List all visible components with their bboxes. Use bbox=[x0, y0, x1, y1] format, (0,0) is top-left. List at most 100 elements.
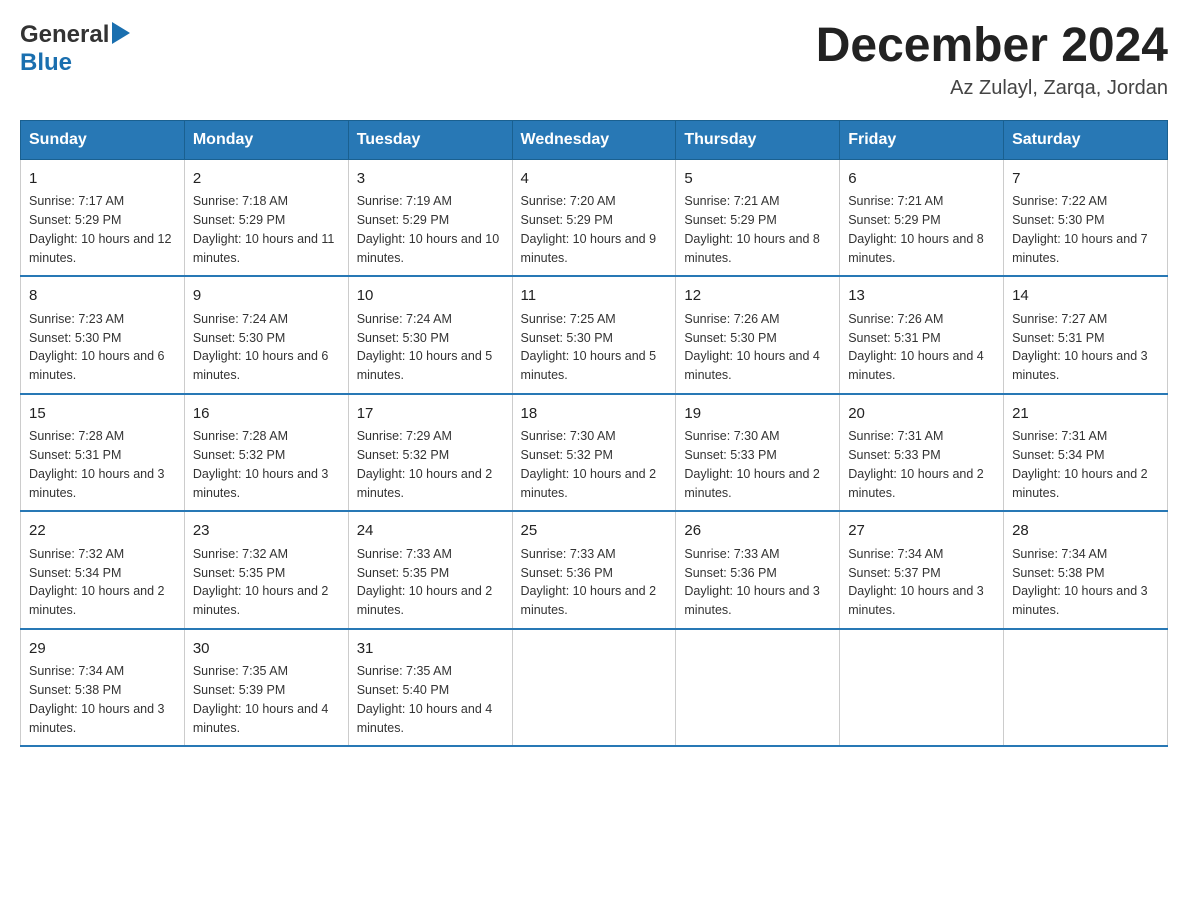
calendar-cell bbox=[840, 629, 1004, 747]
day-header-monday: Monday bbox=[184, 120, 348, 159]
sunrise-label: Sunrise: 7:33 AM bbox=[521, 547, 616, 561]
sunrise-label: Sunrise: 7:24 AM bbox=[193, 312, 288, 326]
calendar-cell: 26 Sunrise: 7:33 AM Sunset: 5:36 PM Dayl… bbox=[676, 511, 840, 629]
calendar-cell bbox=[1004, 629, 1168, 747]
daylight-label: Daylight: 10 hours and 3 minutes. bbox=[1012, 349, 1148, 382]
daylight-label: Daylight: 10 hours and 6 minutes. bbox=[193, 349, 329, 382]
calendar-cell: 23 Sunrise: 7:32 AM Sunset: 5:35 PM Dayl… bbox=[184, 511, 348, 629]
sunset-label: Sunset: 5:35 PM bbox=[193, 566, 285, 580]
sunset-label: Sunset: 5:32 PM bbox=[521, 448, 613, 462]
day-number: 18 bbox=[521, 403, 668, 426]
day-number: 7 bbox=[1012, 168, 1159, 191]
calendar-week-1: 1 Sunrise: 7:17 AM Sunset: 5:29 PM Dayli… bbox=[21, 159, 1168, 276]
day-number: 2 bbox=[193, 168, 340, 191]
daylight-label: Daylight: 10 hours and 2 minutes. bbox=[29, 584, 165, 617]
calendar-cell: 18 Sunrise: 7:30 AM Sunset: 5:32 PM Dayl… bbox=[512, 394, 676, 512]
daylight-label: Daylight: 10 hours and 6 minutes. bbox=[29, 349, 165, 382]
calendar-cell: 27 Sunrise: 7:34 AM Sunset: 5:37 PM Dayl… bbox=[840, 511, 1004, 629]
day-number: 6 bbox=[848, 168, 995, 191]
sunset-label: Sunset: 5:30 PM bbox=[684, 331, 776, 345]
sunrise-label: Sunrise: 7:34 AM bbox=[848, 547, 943, 561]
calendar-cell: 25 Sunrise: 7:33 AM Sunset: 5:36 PM Dayl… bbox=[512, 511, 676, 629]
sunrise-label: Sunrise: 7:25 AM bbox=[521, 312, 616, 326]
sunset-label: Sunset: 5:38 PM bbox=[29, 683, 121, 697]
sunset-label: Sunset: 5:39 PM bbox=[193, 683, 285, 697]
sunset-label: Sunset: 5:29 PM bbox=[684, 213, 776, 227]
sunrise-label: Sunrise: 7:33 AM bbox=[684, 547, 779, 561]
sunset-label: Sunset: 5:37 PM bbox=[848, 566, 940, 580]
calendar-cell: 15 Sunrise: 7:28 AM Sunset: 5:31 PM Dayl… bbox=[21, 394, 185, 512]
day-header-friday: Friday bbox=[840, 120, 1004, 159]
sunset-label: Sunset: 5:31 PM bbox=[29, 448, 121, 462]
calendar-cell: 31 Sunrise: 7:35 AM Sunset: 5:40 PM Dayl… bbox=[348, 629, 512, 747]
calendar-cell: 29 Sunrise: 7:34 AM Sunset: 5:38 PM Dayl… bbox=[21, 629, 185, 747]
sunset-label: Sunset: 5:31 PM bbox=[1012, 331, 1104, 345]
calendar-cell: 24 Sunrise: 7:33 AM Sunset: 5:35 PM Dayl… bbox=[348, 511, 512, 629]
calendar-week-5: 29 Sunrise: 7:34 AM Sunset: 5:38 PM Dayl… bbox=[21, 629, 1168, 747]
daylight-label: Daylight: 10 hours and 10 minutes. bbox=[357, 232, 499, 265]
title-area: December 2024 Az Zulayl, Zarqa, Jordan bbox=[816, 20, 1168, 100]
daylight-label: Daylight: 10 hours and 2 minutes. bbox=[521, 584, 657, 617]
day-header-thursday: Thursday bbox=[676, 120, 840, 159]
calendar-cell: 3 Sunrise: 7:19 AM Sunset: 5:29 PM Dayli… bbox=[348, 159, 512, 276]
day-header-wednesday: Wednesday bbox=[512, 120, 676, 159]
sunrise-label: Sunrise: 7:33 AM bbox=[357, 547, 452, 561]
logo-general-text: General bbox=[20, 21, 109, 49]
sunset-label: Sunset: 5:30 PM bbox=[193, 331, 285, 345]
day-number: 5 bbox=[684, 168, 831, 191]
sunrise-label: Sunrise: 7:27 AM bbox=[1012, 312, 1107, 326]
day-number: 30 bbox=[193, 638, 340, 661]
calendar-cell: 21 Sunrise: 7:31 AM Sunset: 5:34 PM Dayl… bbox=[1004, 394, 1168, 512]
day-number: 8 bbox=[29, 285, 176, 308]
daylight-label: Daylight: 10 hours and 8 minutes. bbox=[684, 232, 820, 265]
calendar-cell: 4 Sunrise: 7:20 AM Sunset: 5:29 PM Dayli… bbox=[512, 159, 676, 276]
day-number: 11 bbox=[521, 285, 668, 308]
sunset-label: Sunset: 5:29 PM bbox=[848, 213, 940, 227]
sunset-label: Sunset: 5:36 PM bbox=[521, 566, 613, 580]
sunset-label: Sunset: 5:30 PM bbox=[357, 331, 449, 345]
day-number: 31 bbox=[357, 638, 504, 661]
sunset-label: Sunset: 5:30 PM bbox=[521, 331, 613, 345]
sunrise-label: Sunrise: 7:35 AM bbox=[357, 664, 452, 678]
day-number: 12 bbox=[684, 285, 831, 308]
sunrise-label: Sunrise: 7:28 AM bbox=[193, 429, 288, 443]
sunset-label: Sunset: 5:36 PM bbox=[684, 566, 776, 580]
day-number: 21 bbox=[1012, 403, 1159, 426]
calendar-cell: 16 Sunrise: 7:28 AM Sunset: 5:32 PM Dayl… bbox=[184, 394, 348, 512]
sunset-label: Sunset: 5:34 PM bbox=[29, 566, 121, 580]
calendar-cell: 7 Sunrise: 7:22 AM Sunset: 5:30 PM Dayli… bbox=[1004, 159, 1168, 276]
day-number: 19 bbox=[684, 403, 831, 426]
daylight-label: Daylight: 10 hours and 4 minutes. bbox=[684, 349, 820, 382]
sunrise-label: Sunrise: 7:28 AM bbox=[29, 429, 124, 443]
calendar-cell: 30 Sunrise: 7:35 AM Sunset: 5:39 PM Dayl… bbox=[184, 629, 348, 747]
day-header-sunday: Sunday bbox=[21, 120, 185, 159]
daylight-label: Daylight: 10 hours and 4 minutes. bbox=[193, 702, 329, 735]
sunrise-label: Sunrise: 7:24 AM bbox=[357, 312, 452, 326]
sunset-label: Sunset: 5:35 PM bbox=[357, 566, 449, 580]
calendar-cell bbox=[676, 629, 840, 747]
sunrise-label: Sunrise: 7:34 AM bbox=[1012, 547, 1107, 561]
daylight-label: Daylight: 10 hours and 3 minutes. bbox=[1012, 584, 1148, 617]
calendar-cell: 12 Sunrise: 7:26 AM Sunset: 5:30 PM Dayl… bbox=[676, 276, 840, 394]
sunrise-label: Sunrise: 7:35 AM bbox=[193, 664, 288, 678]
daylight-label: Daylight: 10 hours and 2 minutes. bbox=[357, 467, 493, 500]
sunrise-label: Sunrise: 7:23 AM bbox=[29, 312, 124, 326]
day-number: 29 bbox=[29, 638, 176, 661]
daylight-label: Daylight: 10 hours and 5 minutes. bbox=[357, 349, 493, 382]
sunrise-label: Sunrise: 7:21 AM bbox=[684, 194, 779, 208]
calendar-cell: 19 Sunrise: 7:30 AM Sunset: 5:33 PM Dayl… bbox=[676, 394, 840, 512]
calendar-cell: 1 Sunrise: 7:17 AM Sunset: 5:29 PM Dayli… bbox=[21, 159, 185, 276]
day-number: 4 bbox=[521, 168, 668, 191]
sunset-label: Sunset: 5:33 PM bbox=[848, 448, 940, 462]
calendar-cell: 17 Sunrise: 7:29 AM Sunset: 5:32 PM Dayl… bbox=[348, 394, 512, 512]
day-number: 26 bbox=[684, 520, 831, 543]
sunrise-label: Sunrise: 7:32 AM bbox=[193, 547, 288, 561]
daylight-label: Daylight: 10 hours and 3 minutes. bbox=[193, 467, 329, 500]
sunset-label: Sunset: 5:29 PM bbox=[29, 213, 121, 227]
day-number: 20 bbox=[848, 403, 995, 426]
calendar-week-3: 15 Sunrise: 7:28 AM Sunset: 5:31 PM Dayl… bbox=[21, 394, 1168, 512]
sunset-label: Sunset: 5:29 PM bbox=[521, 213, 613, 227]
calendar-cell: 5 Sunrise: 7:21 AM Sunset: 5:29 PM Dayli… bbox=[676, 159, 840, 276]
calendar-cell: 22 Sunrise: 7:32 AM Sunset: 5:34 PM Dayl… bbox=[21, 511, 185, 629]
sunset-label: Sunset: 5:31 PM bbox=[848, 331, 940, 345]
